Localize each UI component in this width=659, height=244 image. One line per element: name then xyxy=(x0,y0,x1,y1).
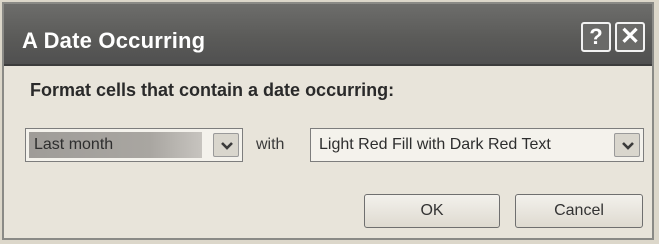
help-button[interactable]: ? xyxy=(581,22,611,52)
date-occurring-dialog: A Date Occurring ? ✕ Format cells that c… xyxy=(2,2,654,240)
question-mark-icon: ? xyxy=(589,24,603,49)
format-style-value: Light Red Fill with Dark Red Text xyxy=(319,136,551,153)
date-period-dropdown[interactable]: Last month xyxy=(25,128,243,162)
close-button[interactable]: ✕ xyxy=(615,22,645,52)
ok-button[interactable]: OK xyxy=(364,194,500,228)
cancel-button[interactable]: Cancel xyxy=(515,194,643,228)
chevron-down-icon xyxy=(622,142,634,150)
format-style-dropdown[interactable]: Light Red Fill with Dark Red Text xyxy=(310,128,644,162)
format-style-dropdown-button[interactable] xyxy=(614,133,640,157)
date-period-value: Last month xyxy=(29,132,202,158)
prompt-label: Format cells that contain a date occurri… xyxy=(30,80,395,100)
close-icon: ✕ xyxy=(619,23,641,50)
title-bar[interactable]: A Date Occurring ? ✕ xyxy=(4,4,652,66)
date-period-dropdown-button[interactable] xyxy=(213,133,239,157)
chevron-down-icon xyxy=(221,142,233,150)
screenshot-stage: A Date Occurring ? ✕ Format cells that c… xyxy=(0,0,659,244)
with-label: with xyxy=(256,136,285,153)
dialog-title: A Date Occurring xyxy=(22,28,206,53)
